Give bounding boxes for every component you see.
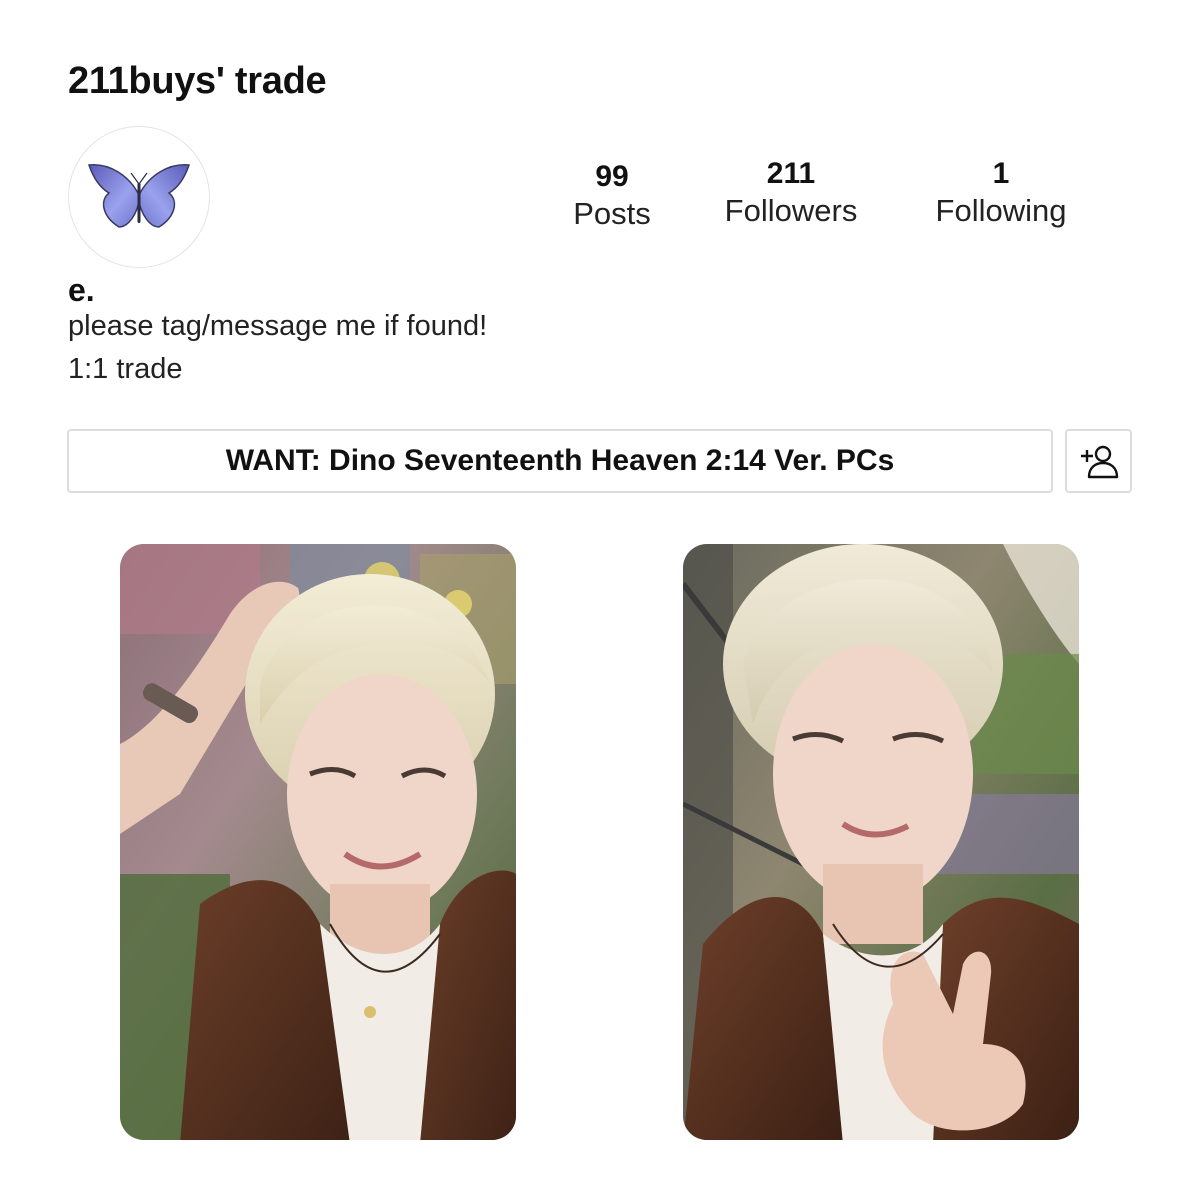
avatar[interactable] bbox=[68, 126, 210, 268]
bio-line: 1:1 trade bbox=[68, 353, 183, 385]
display-name: e. bbox=[68, 272, 95, 308]
add-person-icon bbox=[1080, 445, 1118, 479]
followers-stat[interactable]: 211 Followers bbox=[706, 157, 876, 231]
posts-stat[interactable]: 99 Posts bbox=[560, 160, 664, 234]
followers-count: 211 bbox=[766, 157, 816, 190]
followers-label: Followers bbox=[724, 193, 858, 228]
bio-line: please tag/message me if found! bbox=[68, 310, 488, 342]
follow-button[interactable] bbox=[1065, 429, 1132, 493]
butterfly-icon bbox=[87, 164, 191, 228]
following-count: 1 bbox=[992, 157, 1010, 190]
posts-count: 99 bbox=[595, 160, 629, 193]
posts-label: Posts bbox=[573, 196, 651, 231]
following-stat[interactable]: 1 Following bbox=[920, 157, 1082, 231]
want-button[interactable]: WANT: Dino Seventeenth Heaven 2:14 Ver. … bbox=[67, 429, 1053, 493]
following-label: Following bbox=[935, 193, 1067, 228]
photocard-image bbox=[683, 544, 1079, 1140]
want-label: WANT: Dino Seventeenth Heaven 2:14 Ver. … bbox=[225, 444, 895, 477]
photocard[interactable] bbox=[683, 544, 1079, 1140]
photocard[interactable] bbox=[120, 544, 516, 1140]
photocard-image bbox=[120, 544, 516, 1140]
page-title: 211buys' trade bbox=[68, 60, 327, 102]
